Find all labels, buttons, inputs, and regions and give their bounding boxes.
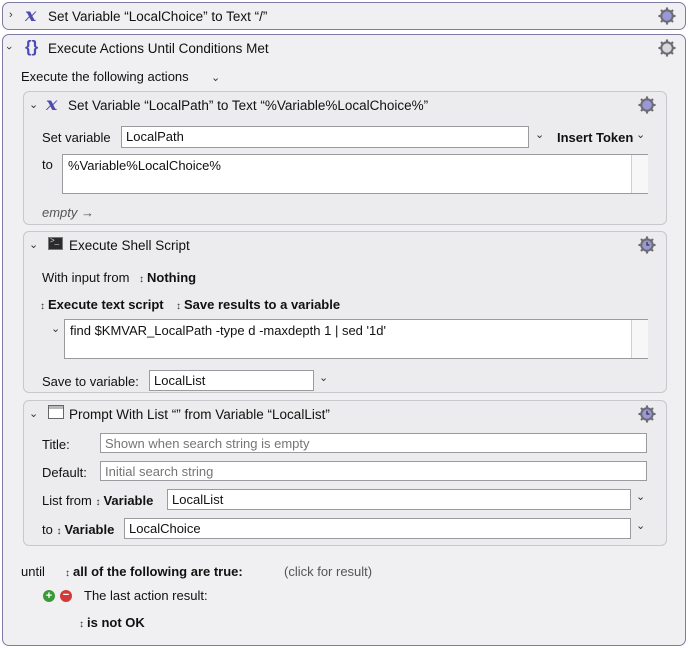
shell-script-action: ⌄ >_ Execute Shell Script With input fro…	[23, 231, 667, 393]
to-variable-field[interactable]: LocalChoice	[124, 518, 631, 539]
title-label: Title:	[42, 437, 70, 452]
until-block-title: Execute Actions Until Conditions Met	[48, 41, 269, 56]
text-value-field[interactable]: %Variable%LocalChoice%	[62, 154, 648, 194]
braces-icon: {}	[25, 37, 39, 56]
gear-icon[interactable]	[638, 96, 656, 114]
collapse-chevron-icon[interactable]: ⌄	[29, 98, 38, 111]
collapse-chevron-icon[interactable]: ⌄	[29, 407, 38, 420]
script-text: find $KMVAR_LocalPath -type d -maxdepth …	[70, 323, 386, 338]
clock-gear-icon[interactable]	[638, 405, 656, 423]
text-value: %Variable%LocalChoice%	[68, 158, 221, 173]
condition-mode-popup[interactable]: ↕ all of the following are true:	[65, 564, 243, 579]
execute-following-label: Execute the following actions	[21, 69, 189, 84]
add-condition-icon[interactable]: +	[43, 590, 55, 602]
remove-condition-icon[interactable]: −	[60, 590, 72, 602]
script-text-field[interactable]: find $KMVAR_LocalPath -type d -maxdepth …	[64, 319, 648, 359]
insert-token-button[interactable]: Insert Token	[557, 130, 633, 145]
script-menu-chevron-icon[interactable]: ⌄	[51, 322, 60, 335]
to-variable-label[interactable]: to ↕ Variable	[42, 522, 114, 537]
expand-chevron-icon[interactable]: ›	[9, 9, 13, 21]
title-input[interactable]	[100, 433, 647, 453]
top-action-row[interactable]: › x Set Variable “LocalChoice” to Text “…	[2, 2, 686, 30]
shell-script-title: Execute Shell Script	[69, 238, 190, 253]
top-action-title: Set Variable “LocalChoice” to Text “/”	[48, 9, 268, 24]
prompt-list-action: ⌄ Prompt With List “” from Variable “Loc…	[23, 400, 667, 546]
to-variable-chevron-icon[interactable]: ⌄	[636, 519, 645, 532]
save-variable-field[interactable]: LocalList	[149, 370, 314, 391]
clock-gear-icon[interactable]	[638, 236, 656, 254]
preview-label: empty →	[42, 205, 95, 220]
input-from-popup[interactable]: ↕ Nothing	[139, 270, 196, 285]
window-list-icon	[48, 405, 64, 419]
condition-value-popup[interactable]: ↕ is not OK	[79, 615, 145, 630]
until-block: › {} Execute Actions Until Conditions Me…	[2, 34, 686, 646]
input-from-label: With input from	[42, 270, 130, 285]
execute-mode-popup[interactable]: ↕ Execute text script	[40, 297, 164, 312]
list-from-label[interactable]: List from ↕ Variable	[42, 493, 153, 508]
set-variable-label: Set variable	[42, 130, 111, 145]
script-scrollbar[interactable]	[631, 320, 648, 358]
insert-token-chevron-icon[interactable]: ⌄	[636, 128, 645, 141]
gear-icon[interactable]	[658, 7, 676, 25]
prompt-list-title: Prompt With List “” from Variable “Local…	[69, 407, 330, 422]
click-for-result[interactable]: (click for result)	[284, 564, 372, 579]
list-from-chevron-icon[interactable]: ⌄	[636, 490, 645, 503]
save-to-label: Save to variable:	[42, 374, 139, 389]
to-label: to	[42, 157, 53, 172]
text-scrollbar[interactable]	[631, 155, 648, 193]
variable-name-field[interactable]: LocalPath	[121, 126, 529, 148]
set-variable-title: Set Variable “LocalPath” to Text “%Varia…	[68, 98, 429, 113]
list-from-field[interactable]: LocalList	[167, 489, 631, 510]
default-input[interactable]	[100, 461, 647, 481]
terminal-icon: >_	[48, 236, 63, 250]
execute-menu-chevron-icon[interactable]: ⌄	[211, 71, 220, 84]
x-variable-icon: x	[46, 93, 58, 115]
until-label: until	[21, 564, 45, 579]
collapse-chevron-icon[interactable]: ›	[3, 46, 15, 50]
collapse-chevron-icon[interactable]: ⌄	[29, 238, 38, 251]
save-mode-popup[interactable]: ↕ Save results to a variable	[176, 297, 340, 312]
gear-icon[interactable]	[658, 39, 676, 57]
condition-label: The last action result:	[84, 588, 208, 603]
default-label: Default:	[42, 465, 87, 480]
variable-menu-chevron-icon[interactable]: ⌄	[535, 128, 544, 141]
save-variable-chevron-icon[interactable]: ⌄	[319, 371, 328, 384]
set-variable-action: ⌄ x Set Variable “LocalPath” to Text “%V…	[23, 91, 667, 225]
x-variable-icon: x	[25, 4, 37, 26]
